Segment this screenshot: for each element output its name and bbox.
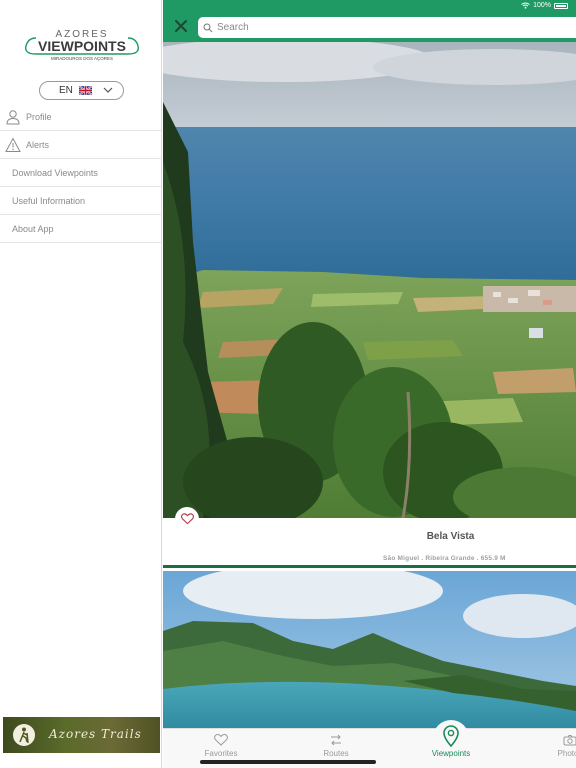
camera-icon (563, 735, 576, 746)
tab-label: Routes (323, 749, 349, 758)
search-bar (198, 17, 576, 38)
svg-text:MIRADOUROS DOS AÇORES: MIRADOUROS DOS AÇORES (51, 56, 113, 61)
menu-item-label: Profile (26, 111, 52, 122)
warning-icon (5, 136, 21, 152)
drawer-menu: Profile Alerts Download Viewpoints Usefu… (0, 103, 161, 243)
viewpoint-photo[interactable] (163, 42, 576, 518)
tab-photos[interactable]: Photos (552, 733, 576, 758)
azores-trails-banner[interactable]: Azores Trails (3, 717, 160, 753)
menu-item-useful-information[interactable]: Useful Information (0, 187, 161, 215)
routes-icon (331, 734, 341, 746)
menu-item-label: Alerts (26, 139, 50, 150)
status-bar: 100% (521, 2, 568, 9)
menu-item-download-viewpoints[interactable]: Download Viewpoints (0, 159, 161, 187)
menu-item-alerts[interactable]: Alerts (0, 131, 161, 159)
menu-item-label: Useful Information (12, 195, 86, 206)
search-input[interactable] (217, 22, 557, 33)
tab-label: Photos (557, 749, 576, 758)
azores-viewpoints-logo: AZORES VIEWPOINTS MIRADOUROS DOS AÇORES (25, 29, 139, 61)
tab-viewpoints[interactable]: Viewpoints (425, 725, 477, 758)
viewpoint-photo[interactable] (163, 571, 576, 731)
viewpoint-location: São Miguel . Ribeira Grande . 655.9 M (383, 555, 506, 562)
search-icon (203, 23, 213, 32)
viewpoint-card-info[interactable]: Bela Vista São Miguel . Ribeira Grande .… (163, 518, 576, 568)
tab-label: Viewpoints (431, 749, 471, 758)
home-indicator[interactable] (200, 760, 376, 764)
menu-item-about-app[interactable]: About App (0, 215, 161, 243)
battery-icon (554, 2, 568, 9)
person-icon (6, 109, 20, 124)
svg-text:VIEWPOINTS: VIEWPOINTS (38, 38, 126, 54)
hiker-icon (13, 724, 35, 746)
uk-flag-icon (78, 86, 92, 95)
battery-percent: 100% (533, 2, 551, 9)
language-selector[interactable]: EN (39, 81, 124, 100)
tab-label: Favorites (204, 749, 238, 758)
chevron-down-icon (103, 87, 113, 93)
menu-item-profile[interactable]: Profile (0, 103, 161, 131)
tab-routes[interactable]: Routes (318, 733, 354, 758)
menu-item-label: About App (12, 223, 54, 234)
menu-item-label: Download Viewpoints (12, 167, 98, 178)
top-bar: 100% (163, 0, 576, 42)
location-pin-icon (443, 725, 459, 747)
language-code: EN (59, 85, 73, 96)
banner-text: Azores Trails (49, 727, 142, 741)
close-icon[interactable] (174, 19, 188, 33)
favorite-button[interactable] (175, 507, 199, 531)
heart-icon (180, 513, 194, 525)
main-content: 100% Bela Vista São Miguel . Ribeira Gra… (163, 0, 576, 768)
side-drawer: AZORES VIEWPOINTS MIRADOUROS DOS AÇORES … (0, 0, 162, 768)
tab-favorites[interactable]: Favorites (203, 733, 239, 758)
viewpoint-title: Bela Vista (426, 531, 475, 542)
wifi-icon (521, 2, 530, 9)
heart-icon (214, 733, 228, 746)
